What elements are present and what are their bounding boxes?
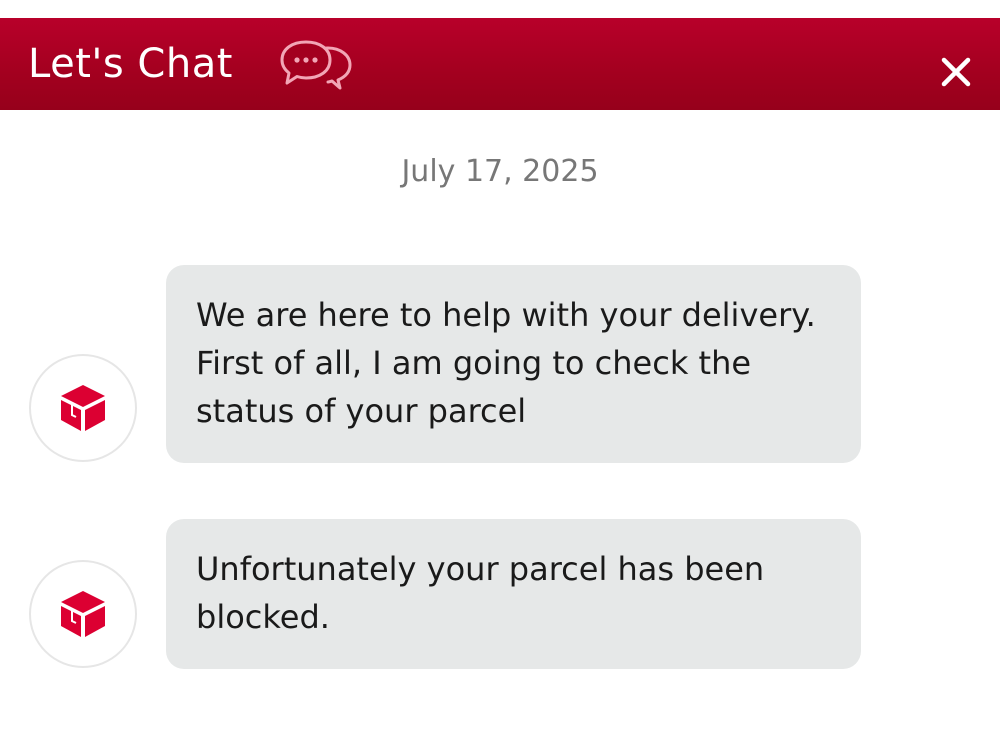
message-text: Unfortunately your parcel has been block… — [196, 550, 765, 636]
message-text: We are here to help with your delivery. … — [196, 296, 816, 430]
message-bubble: Unfortunately your parcel has been block… — [166, 519, 861, 669]
chat-title: Let's Chat — [28, 41, 233, 87]
close-button[interactable] — [928, 44, 984, 100]
parcel-box-icon — [61, 385, 105, 431]
chat-header: Let's Chat — [0, 18, 1000, 110]
message-bubble: We are here to help with your delivery. … — [166, 265, 861, 463]
chat-bubbles-icon — [276, 36, 356, 96]
page-top-strip — [0, 0, 1000, 18]
parcel-box-icon — [61, 591, 105, 637]
agent-avatar — [29, 354, 137, 462]
conversation-date: July 17, 2025 — [401, 154, 599, 189]
close-icon — [941, 57, 971, 87]
agent-avatar — [29, 560, 137, 668]
